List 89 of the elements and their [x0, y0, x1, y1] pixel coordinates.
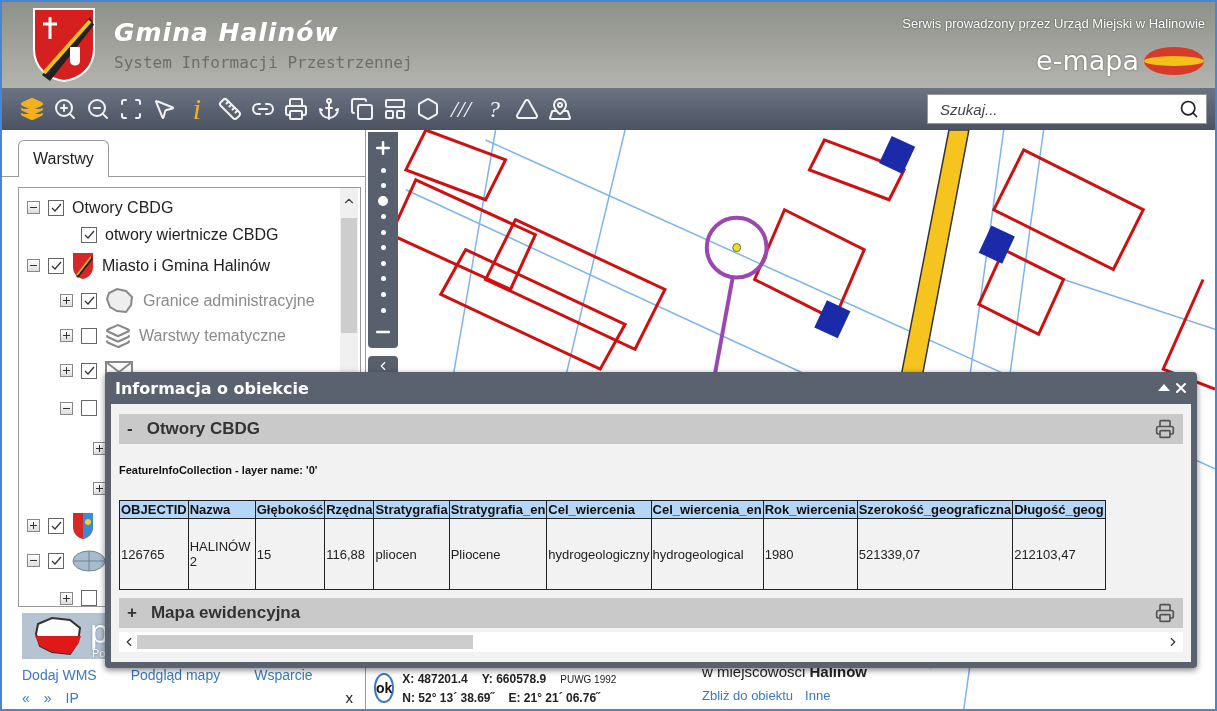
layer-label: Granice administracyjne — [143, 291, 315, 310]
zoom-track[interactable] — [378, 170, 388, 310]
horizontal-scrollbar[interactable] — [119, 632, 1183, 652]
section-title: Mapa ewidencyjna — [150, 603, 301, 623]
globe-logo-icon — [1143, 45, 1205, 76]
longitude: E: 21° 21´ 06.76˝ — [508, 690, 601, 705]
section-header[interactable]: + Mapa ewidencyjna — [119, 598, 1183, 628]
column-header: Cel_wiercenia — [546, 500, 652, 519]
latitude: N: 52° 13´ 38.69˝ — [402, 690, 495, 705]
tool-button[interactable]: i — [183, 94, 211, 124]
layer-checkbox[interactable] — [81, 590, 97, 606]
coat-of-arms-icon — [72, 511, 94, 540]
table-cell: 521339,07 — [857, 518, 1013, 590]
column-header: Szerokość_geograficzna — [857, 500, 1013, 519]
column-header: Rzędna — [324, 500, 374, 519]
layer-checkbox[interactable] — [48, 257, 64, 274]
column-header: Stratygrafia — [373, 500, 450, 519]
expand-toggle[interactable] — [27, 201, 40, 214]
layer-checkbox[interactable] — [81, 226, 97, 243]
ok-button[interactable]: ok — [374, 673, 395, 703]
sidebar-link[interactable]: Wsparcie — [254, 667, 313, 683]
print-button[interactable] — [1155, 603, 1175, 623]
footer-link[interactable]: IP — [65, 689, 79, 706]
close-button[interactable]: x — [345, 689, 353, 706]
expand-toggle[interactable] — [60, 591, 73, 605]
footer-link[interactable]: « — [22, 689, 30, 706]
place-link[interactable]: Zbliż do obiektu — [702, 688, 794, 703]
table-cell: HALINÓW 2 — [188, 518, 256, 590]
banner-subtitle: Po — [92, 647, 107, 659]
logo-icon — [72, 549, 106, 572]
column-header: Długość_geog — [1012, 500, 1106, 519]
section-toggle[interactable]: - — [127, 419, 133, 439]
expand-toggle[interactable] — [27, 259, 40, 272]
place-link[interactable]: Inne — [805, 688, 831, 703]
coat-of-arms-icon — [72, 251, 94, 280]
operator-note: Serwis prowadzony przez Urząd Miejski w Halinowie — [902, 16, 1205, 31]
layer-checkbox[interactable] — [81, 400, 97, 416]
print-button[interactable] — [1155, 419, 1175, 439]
expand-toggle[interactable] — [60, 401, 73, 415]
section-toggle[interactable]: + — [127, 603, 137, 623]
layer-checkbox[interactable] — [48, 517, 64, 534]
column-header: Głębokość — [255, 500, 325, 519]
layers-tab[interactable]: Warstwy — [18, 140, 109, 177]
brand-name: e-mapa — [1036, 45, 1139, 76]
layer-label: Warstwy tematyczne — [139, 326, 286, 345]
sidebar-link[interactable]: Dodaj WMS — [22, 667, 97, 683]
layer-label: Otwory CBDG — [72, 198, 174, 217]
table-cell: 1980 — [763, 518, 858, 590]
search-field[interactable]: Szukaj... — [927, 94, 1207, 124]
layer-caption: FeatureInfoCollection - layer name: '0' — [119, 464, 319, 476]
layer-checkbox[interactable] — [81, 362, 97, 379]
site-subtitle: System Informacji Przestrzennej — [114, 53, 413, 72]
popup-title: Informacja o obiekcie — [115, 378, 309, 398]
coordinate-system: PUWG 1992 — [560, 673, 617, 685]
column-header: Nazwa — [188, 500, 256, 519]
layer-label: Miasto i Gmina Halinów — [102, 256, 271, 275]
zoom-thumb[interactable] — [378, 195, 388, 206]
footer-link[interactable]: » — [43, 689, 52, 706]
close-button[interactable] — [1173, 380, 1189, 396]
sidebar-link[interactable]: Podgląd mapy — [130, 667, 221, 683]
search-icon[interactable] — [1179, 99, 1199, 119]
tool-button[interactable]: /// — [447, 94, 475, 124]
section-header[interactable]: - Otwory CBDG — [119, 414, 1183, 444]
y-coordinate: Y: 660578.9 — [481, 671, 547, 686]
section-title: Otwory CBDG — [146, 419, 260, 439]
table-cell: hydrogeologiczny — [546, 518, 652, 590]
table-cell: 212103,47 — [1012, 518, 1106, 590]
expand-toggle[interactable] — [27, 519, 40, 532]
site-title: Gmina Halinów — [114, 18, 340, 47]
expand-toggle[interactable] — [60, 364, 73, 377]
tool-button[interactable]: ? — [480, 94, 508, 124]
poland-map-icon — [32, 616, 84, 656]
layers-icon — [105, 322, 131, 349]
x-coordinate: X: 487201.4 — [402, 671, 468, 686]
layer-label: otwory wiertnicze CBDG — [105, 225, 279, 244]
column-header: Cel_wiercenia_en — [651, 500, 764, 519]
table-cell: Pliocene — [449, 518, 547, 590]
column-header: Stratygrafia_en — [449, 500, 547, 519]
table-cell: 15 — [255, 518, 325, 590]
table-cell: 126765 — [119, 518, 189, 590]
expand-toggle[interactable] — [27, 554, 40, 567]
table-cell: hydrogeological — [651, 518, 764, 590]
column-header: OBJECTID — [119, 500, 189, 519]
table-cell: pliocen — [373, 518, 450, 590]
table-cell: 116,88 — [324, 518, 374, 590]
layer-checkbox[interactable] — [48, 552, 64, 569]
country-outline-icon — [105, 286, 135, 315]
column-header: Rok_wiercenia — [763, 500, 858, 519]
layer-checkbox[interactable] — [48, 199, 64, 216]
